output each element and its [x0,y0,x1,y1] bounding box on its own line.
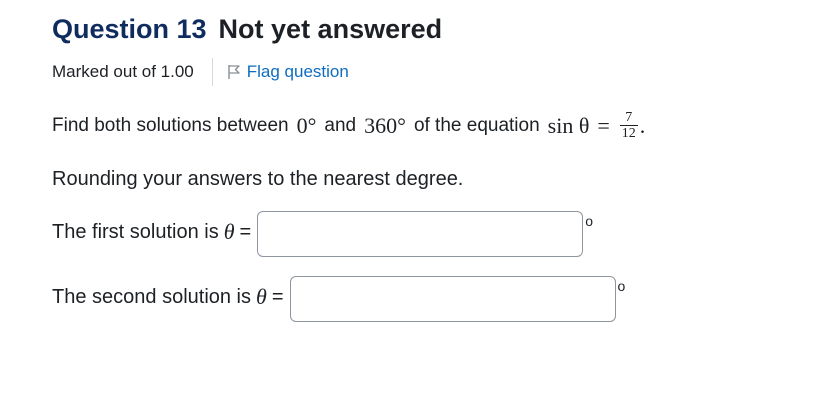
angle-high: 360° [364,112,406,138]
question-text-equation: of the equation [413,114,540,136]
fraction: 7 12 [619,110,638,141]
equals-sign: = [597,112,610,138]
theta-symbol: θ [223,219,235,244]
theta-symbol: θ [256,284,267,309]
second-solution-text: The second solution is [52,285,252,308]
first-solution-row: The first solution is θ = o [52,211,593,257]
first-solution-text: The first solution is [52,220,219,243]
fraction-numerator: 7 [625,110,633,125]
question-text-start: Find both solutions between [52,114,289,136]
equals-sign: = [271,285,284,308]
degree-symbol: o [585,213,594,229]
question-number: Question 13 [52,14,207,44]
question-meta: Marked out of 1.00 Flag question [52,58,349,86]
second-solution-input[interactable] [289,276,616,322]
degree-symbol: o [617,278,626,294]
question-text: Find both solutions between 0° and 360° … [52,110,645,141]
fraction-denominator: 12 [621,126,636,141]
first-solution-input[interactable] [257,211,584,257]
question-status: Not yet answered [218,14,443,44]
rounding-instruction: Rounding your answers to the nearest deg… [52,168,464,190]
question-header: Question 13 Not yet answered [52,14,442,45]
second-solution-label: The second solution is θ = [52,284,284,310]
first-solution-label: The first solution is θ = [52,219,251,245]
sin-theta: sin θ [547,112,590,138]
angle-low: 0° [296,112,317,138]
equals-sign: = [239,220,252,243]
marked-out-of: Marked out of 1.00 [52,62,194,81]
second-solution-row: The second solution is θ = o [52,276,625,322]
period: . [639,112,646,138]
flag-icon [227,64,241,80]
flag-question-link[interactable]: Flag question [227,62,349,82]
question-text-and: and [324,114,357,136]
flag-question-label: Flag question [246,62,349,81]
meta-divider [211,58,213,86]
